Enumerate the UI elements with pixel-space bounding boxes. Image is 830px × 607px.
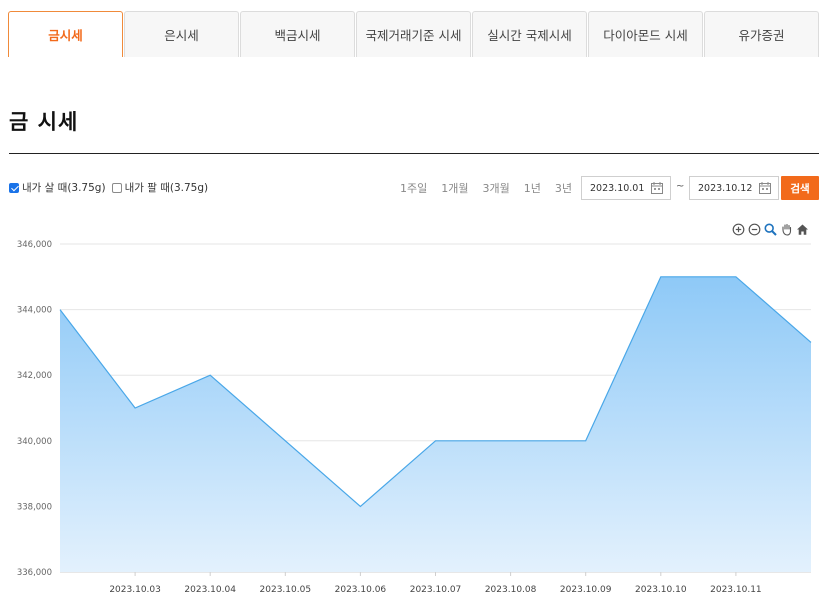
tab-bar: 금시세 은시세 백금시세 국제거래기준 시세 실시간 국제시세 다이아몬드 시세 유가증권	[8, 11, 819, 57]
x-tick-label: 2023.10.10	[635, 585, 687, 595]
x-tick-label: 2023.10.09	[560, 585, 612, 595]
start-date-value: 2023.10.01	[590, 182, 645, 194]
y-tick-label: 338,000	[17, 502, 52, 512]
tab-securities[interactable]: 유가증권	[704, 11, 819, 57]
buy-checkbox-label: 내가 살 때(3.75g)	[22, 182, 106, 194]
calendar-icon[interactable]	[759, 182, 771, 194]
tab-gold[interactable]: 금시세	[8, 11, 123, 57]
x-tick-label: 2023.10.04	[184, 585, 236, 595]
x-tick-label: 2023.10.07	[410, 585, 462, 595]
date-range-separator: ~	[676, 181, 685, 192]
end-date-value: 2023.10.12	[698, 182, 753, 194]
period-3months[interactable]: 3개월	[483, 180, 510, 196]
sell-checkbox-box[interactable]	[111, 182, 122, 193]
x-tick-label: 2023.10.06	[335, 585, 387, 595]
search-button[interactable]: 검색	[781, 176, 819, 200]
page-title: 금 시세	[9, 110, 79, 134]
tab-international-base[interactable]: 국제거래기준 시세	[356, 11, 471, 57]
buy-price-checkbox[interactable]: 내가 살 때(3.75g)	[9, 180, 106, 195]
y-tick-label: 342,000	[17, 371, 52, 381]
title-divider	[9, 153, 819, 154]
price-area	[60, 276, 811, 572]
y-tick-label: 340,000	[17, 437, 52, 447]
y-tick-label: 344,000	[17, 306, 52, 316]
tab-platinum[interactable]: 백금시세	[240, 11, 355, 57]
x-tick-label: 2023.10.05	[260, 585, 312, 595]
period-3years[interactable]: 3년	[555, 180, 572, 196]
tab-silver[interactable]: 은시세	[124, 11, 239, 57]
sell-price-checkbox[interactable]: 내가 팔 때(3.75g)	[111, 180, 209, 195]
gold-price-chart: 336,000 338,000 340,000 342,000 344,000 346,0…	[17, 240, 812, 595]
tab-diamond[interactable]: 다이아몬드 시세	[588, 11, 703, 57]
sell-checkbox-label: 내가 팔 때(3.75g)	[124, 182, 209, 194]
start-date-input[interactable]: 2023.10.01	[581, 176, 671, 200]
period-1month[interactable]: 1개월	[441, 180, 468, 196]
x-axis-ticks: 2023.10.03 2023.10.04 2023.10.05 2023.10.06…	[109, 572, 762, 595]
y-tick-label: 346,000	[17, 240, 52, 250]
y-tick-label: 336,000	[17, 568, 52, 578]
y-axis-ticks: 336,000 338,000 340,000 342,000 344,000 346,0…	[17, 240, 52, 578]
calendar-icon[interactable]	[651, 182, 663, 194]
x-tick-label: 2023.10.03	[109, 585, 161, 595]
x-tick-label: 2023.10.08	[485, 585, 537, 595]
period-1year[interactable]: 1년	[524, 180, 541, 196]
period-selector: 1주일 1개월 3개월 1년 3년	[400, 180, 586, 196]
price-type-filters: 내가 살 때(3.75g) 내가 팔 때(3.75g)	[9, 180, 214, 195]
end-date-input[interactable]: 2023.10.12	[689, 176, 779, 200]
buy-checkbox-box[interactable]	[9, 182, 19, 193]
x-tick-label: 2023.10.11	[710, 585, 762, 595]
period-1week[interactable]: 1주일	[400, 180, 427, 196]
tab-realtime-international[interactable]: 실시간 국제시세	[472, 11, 587, 57]
